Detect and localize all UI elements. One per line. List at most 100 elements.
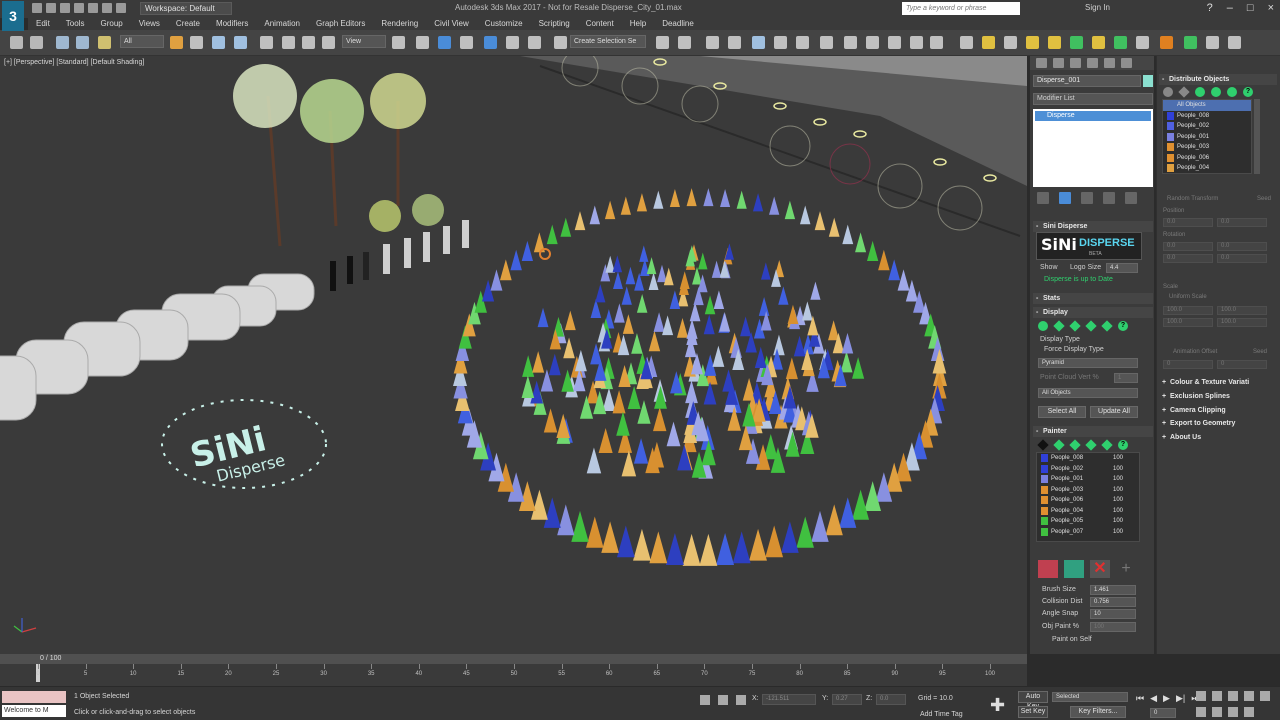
- distribute-mode-4-icon[interactable]: [1227, 87, 1237, 97]
- menu-tools[interactable]: Tools: [58, 18, 93, 30]
- distribute-mode-3-icon[interactable]: [1211, 87, 1221, 97]
- tools-icon[interactable]: [1206, 36, 1219, 49]
- item-value[interactable]: 100: [1113, 516, 1123, 526]
- angle-snap-field[interactable]: 10: [1090, 609, 1136, 619]
- undo-icon[interactable]: [10, 36, 23, 49]
- forest-icon[interactable]: [1184, 36, 1197, 49]
- scene-explorer-icon[interactable]: [706, 36, 719, 49]
- list-item[interactable]: People_007 100: [1037, 527, 1139, 538]
- item-value[interactable]: 100: [1113, 464, 1123, 474]
- rollout-painter[interactable]: Painter: [1033, 426, 1153, 437]
- rotate-icon[interactable]: [282, 36, 295, 49]
- refresh-icon[interactable]: [1092, 36, 1105, 49]
- rotation-min-field-2[interactable]: 0.0: [1163, 254, 1213, 263]
- workspace-dropdown[interactable]: Workspace: Default: [140, 2, 232, 15]
- align-icon[interactable]: [678, 36, 691, 49]
- orbit-icon[interactable]: [1228, 707, 1238, 717]
- add-time-tag[interactable]: Add Time Tag: [920, 711, 963, 718]
- disperse-icon[interactable]: [1160, 36, 1173, 49]
- menu-edit[interactable]: Edit: [28, 18, 58, 30]
- maximize-icon[interactable]: □: [1247, 2, 1254, 14]
- select-object-icon[interactable]: [170, 36, 183, 49]
- settings-icon[interactable]: [1136, 36, 1149, 49]
- point-cloud-field[interactable]: 1: [1114, 373, 1138, 383]
- paint-on-self-checkbox[interactable]: Paint on Self: [1052, 636, 1092, 643]
- schematic-view-icon[interactable]: [796, 36, 809, 49]
- scale-min-field[interactable]: 100.0: [1163, 306, 1213, 315]
- menu-views[interactable]: Views: [131, 18, 168, 30]
- scatter-icon[interactable]: [1048, 36, 1061, 49]
- lock-selection-icon[interactable]: [718, 695, 728, 705]
- new-file-icon[interactable]: [32, 3, 42, 13]
- list-item[interactable]: People_006 100: [1037, 495, 1139, 506]
- item-value[interactable]: 100: [1113, 474, 1123, 484]
- paint-icon[interactable]: [1038, 560, 1058, 578]
- menu-animation[interactable]: Animation: [256, 18, 308, 30]
- display-type-dropdown[interactable]: Pyramid: [1038, 358, 1138, 368]
- menu-civil-view[interactable]: Civil View: [426, 18, 477, 30]
- rollout-about-us[interactable]: About Us: [1160, 432, 1278, 443]
- mirror-icon[interactable]: [656, 36, 669, 49]
- scale-max-field[interactable]: 100.0: [1217, 306, 1267, 315]
- distribute-mode-1-icon[interactable]: [1178, 86, 1190, 98]
- selected-filter-dropdown[interactable]: Selected: [1052, 692, 1128, 702]
- logo-size-field[interactable]: 4.4: [1106, 263, 1138, 273]
- list-item[interactable]: People_006: [1163, 153, 1251, 164]
- rollout-display[interactable]: Display: [1033, 307, 1153, 318]
- list-item[interactable]: People_001 100: [1037, 474, 1139, 485]
- time-slider-frame[interactable]: 0 / 100: [40, 654, 61, 664]
- tree-icon[interactable]: [1114, 36, 1127, 49]
- viewport-label[interactable]: [+] [Perspective] [Standard] [Default Sh…: [4, 59, 144, 66]
- current-frame-field[interactable]: 0: [1150, 708, 1176, 718]
- pan-icon[interactable]: [1196, 707, 1206, 717]
- make-unique-icon[interactable]: [1081, 192, 1093, 204]
- utilities-tab-icon[interactable]: [1121, 58, 1132, 68]
- project-folder-icon[interactable]: [102, 3, 112, 13]
- time-slider[interactable]: 0 / 100: [0, 654, 1027, 664]
- distribute-help-icon[interactable]: ?: [1243, 87, 1253, 97]
- zoom-extents-icon[interactable]: [1228, 691, 1238, 701]
- rollout-export-geometry[interactable]: Export to Geometry: [1160, 418, 1278, 429]
- menu-create[interactable]: Create: [168, 18, 208, 30]
- brush-size-field[interactable]: 1.461: [1090, 585, 1136, 595]
- field-of-view-icon[interactable]: [1260, 691, 1270, 701]
- menu-group[interactable]: Group: [92, 18, 130, 30]
- show-logo-checkbox[interactable]: Show: [1040, 264, 1058, 271]
- object-color-swatch[interactable]: [1143, 75, 1153, 87]
- rotation-max-field-2[interactable]: 0.0: [1217, 254, 1267, 263]
- minimize-icon[interactable]: –: [1227, 2, 1233, 14]
- menu-rendering[interactable]: Rendering: [373, 18, 426, 30]
- unlink-icon[interactable]: [76, 36, 89, 49]
- app-logo[interactable]: 3: [2, 1, 24, 31]
- z-coordinate-field[interactable]: 0.0: [876, 694, 906, 705]
- rollout-sini-disperse[interactable]: Sini Disperse: [1033, 221, 1153, 232]
- list-item[interactable]: People_002 100: [1037, 464, 1139, 475]
- display-mode-2-icon[interactable]: [1069, 320, 1081, 332]
- window-crossing-icon[interactable]: [234, 36, 247, 49]
- distribute-all-icon[interactable]: [1163, 87, 1173, 97]
- render-light-icon[interactable]: [982, 36, 995, 49]
- list-item[interactable]: People_001: [1163, 132, 1251, 143]
- angle-snap-icon[interactable]: [484, 36, 497, 49]
- force-display-type-checkbox[interactable]: Force Display Type: [1044, 346, 1104, 353]
- named-selection-set-dropdown[interactable]: Create Selection Se: [570, 35, 646, 48]
- key-filters-button[interactable]: Key Filters...: [1070, 706, 1126, 718]
- percent-snap-icon[interactable]: [506, 36, 519, 49]
- spinner-snap-icon[interactable]: [528, 36, 541, 49]
- item-value[interactable]: 100: [1113, 485, 1123, 495]
- render-iterative-icon[interactable]: [910, 36, 923, 49]
- rollout-colour-texture[interactable]: Colour & Texture Variati: [1160, 377, 1278, 388]
- create-tab-icon[interactable]: [1036, 58, 1047, 68]
- keyboard-shortcut-toggle-icon[interactable]: [438, 36, 451, 49]
- position-max-field[interactable]: 0.0: [1217, 218, 1267, 227]
- display-help-icon[interactable]: ?: [1118, 321, 1128, 331]
- rectangular-selection-icon[interactable]: [212, 36, 225, 49]
- scale-min-field-2[interactable]: 100.0: [1163, 318, 1213, 327]
- scale-max-field-2[interactable]: 100.0: [1217, 318, 1267, 327]
- show-end-result-icon[interactable]: [1059, 192, 1071, 204]
- menu-content[interactable]: Content: [578, 18, 622, 30]
- position-min-field[interactable]: 0.0: [1163, 218, 1213, 227]
- bind-space-warp-icon[interactable]: [98, 36, 111, 49]
- menu-modifiers[interactable]: Modifiers: [208, 18, 256, 30]
- curve-editor-icon[interactable]: [774, 36, 787, 49]
